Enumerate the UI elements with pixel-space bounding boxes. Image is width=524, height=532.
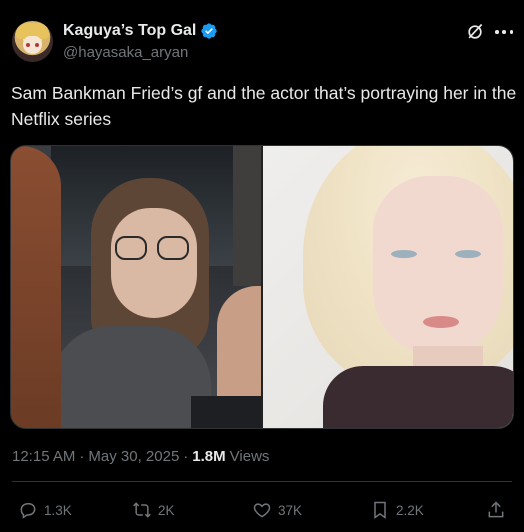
reply-button[interactable]: 1.3K — [18, 500, 72, 520]
tweet-meta: 12:15 AM · May 30, 2025 · 1.8M Views — [12, 448, 269, 465]
share-button[interactable] — [486, 500, 506, 520]
divider — [12, 481, 512, 482]
bookmark-count: 2.2K — [396, 502, 424, 518]
views-count: 1.8M — [192, 448, 226, 465]
repost-button[interactable]: 2K — [132, 500, 175, 520]
repost-count: 2K — [158, 502, 175, 518]
tweet-text: Sam Bankman Fried’s gf and the actor tha… — [11, 83, 517, 129]
author-name-row: Kaguya’s Top Gal — [63, 22, 218, 40]
media-grid — [10, 145, 514, 429]
tweet-time[interactable]: 12:15 AM — [12, 448, 75, 465]
tweet-date[interactable]: May 30, 2025 — [88, 448, 179, 465]
photo-left[interactable] — [11, 146, 261, 428]
repost-icon — [133, 502, 151, 518]
author-handle[interactable]: @hayasaka_aryan — [63, 44, 188, 61]
like-button[interactable]: 37K — [252, 500, 302, 520]
reply-count: 1.3K — [44, 502, 72, 518]
more-icon[interactable] — [495, 22, 513, 42]
action-bar: 1.3K 2K 37K 2.2K — [0, 500, 524, 526]
photo-right[interactable] — [262, 146, 513, 428]
author-display-name[interactable]: Kaguya’s Top Gal — [63, 22, 196, 40]
share-icon — [488, 501, 504, 518]
avatar[interactable] — [12, 21, 53, 62]
like-count: 37K — [278, 502, 303, 518]
meta-separator-2: · — [183, 448, 189, 465]
views-label: Views — [229, 448, 270, 465]
meta-separator: · — [79, 448, 85, 465]
reply-icon — [20, 503, 36, 519]
bookmark-icon — [374, 501, 386, 519]
verified-icon — [201, 23, 218, 39]
like-icon — [253, 503, 271, 518]
bookmark-button[interactable]: 2.2K — [370, 500, 424, 520]
grok-icon[interactable] — [465, 22, 485, 42]
